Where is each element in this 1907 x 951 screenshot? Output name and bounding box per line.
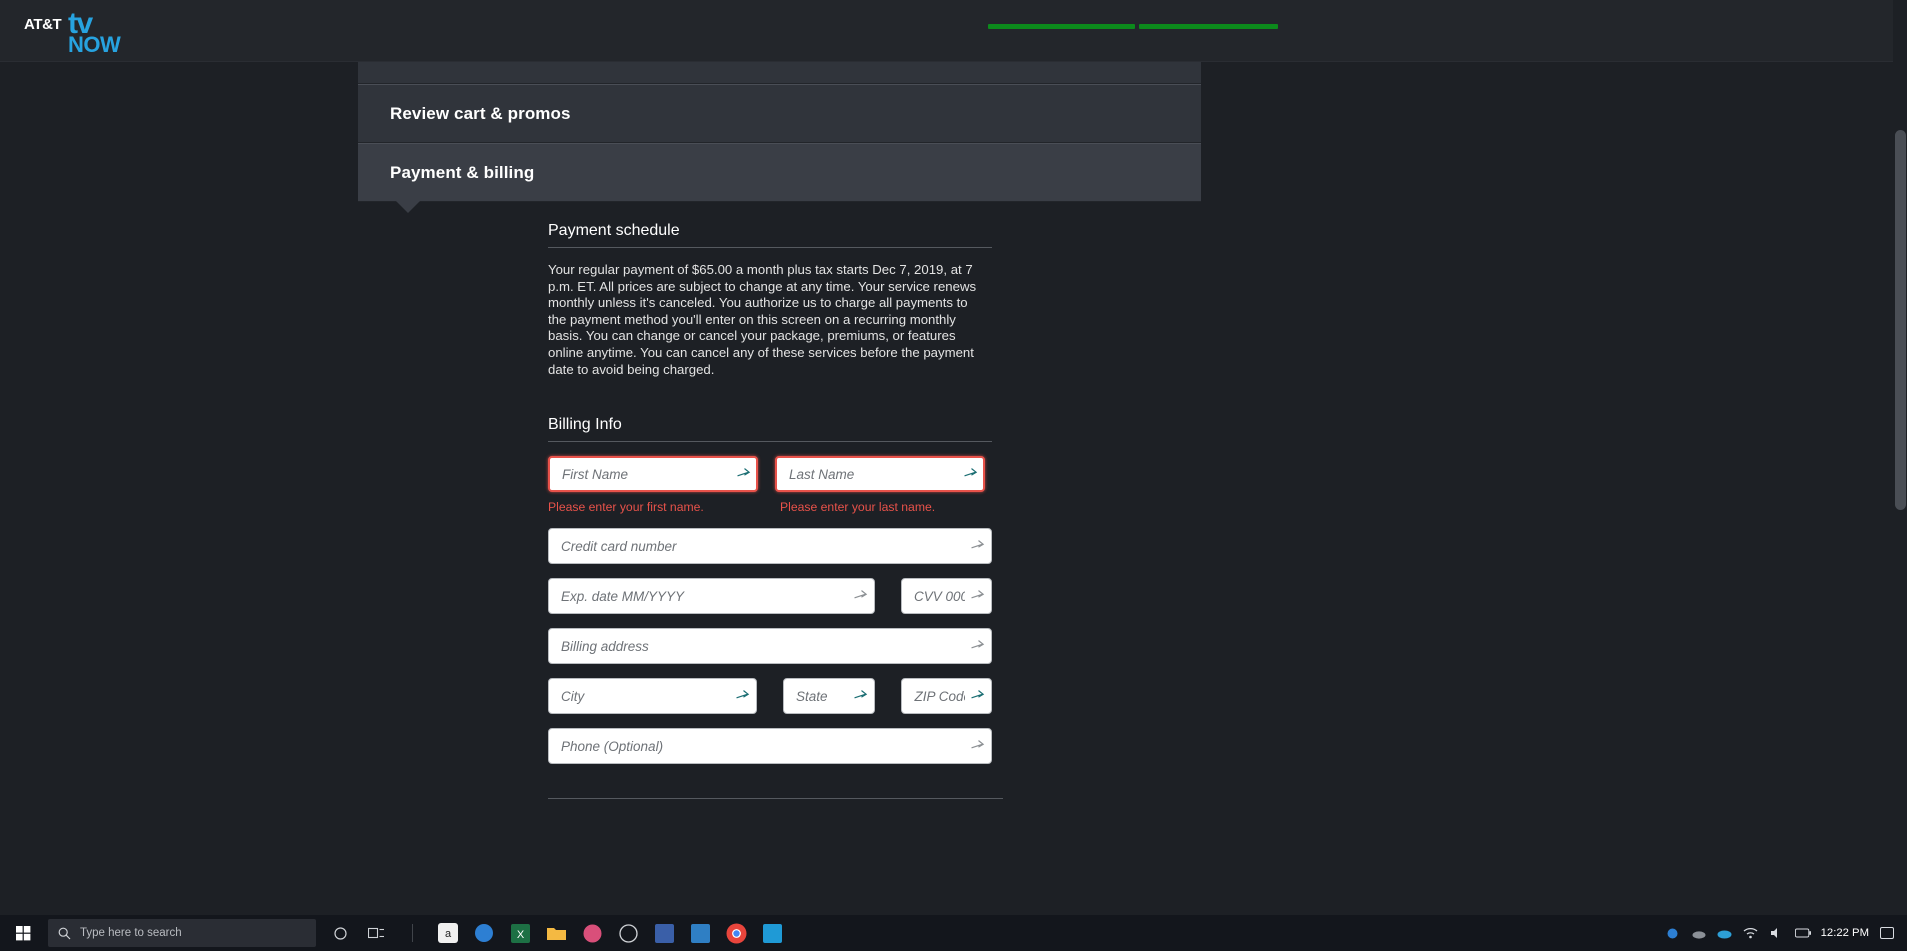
- last-name-input[interactable]: [775, 456, 985, 493]
- tray-volume-icon[interactable]: [1769, 925, 1785, 941]
- form-bottom-divider: [548, 798, 1003, 800]
- zip-code-field[interactable]: [901, 678, 992, 715]
- last-name-error: Please enter your last name.: [780, 500, 936, 515]
- cortana-icon[interactable]: [326, 918, 354, 948]
- tray-wifi-icon[interactable]: [1743, 925, 1759, 941]
- cvv-field[interactable]: [901, 578, 992, 615]
- payment-schedule-heading: Payment schedule: [548, 222, 992, 248]
- city-state-zip-row: [548, 678, 992, 715]
- app-icon-pink[interactable]: [578, 918, 606, 948]
- billing-info-heading: Billing Info: [548, 416, 992, 443]
- phone-input[interactable]: [548, 728, 992, 765]
- site-header: AT&T tv NOW: [0, 0, 1907, 62]
- system-tray: 12:22 PM: [1665, 915, 1907, 951]
- progress-segment-1: [988, 24, 1135, 29]
- page-scrollbar-thumb[interactable]: [1895, 130, 1906, 510]
- city-input[interactable]: [548, 678, 757, 715]
- app-icon-blue-b[interactable]: [686, 918, 714, 948]
- amazon-app-icon[interactable]: a: [434, 918, 462, 948]
- checkout-accordion: Review cart & promos Payment & billing: [358, 62, 1201, 213]
- accordion-header-review-cart[interactable]: Review cart & promos: [358, 85, 1201, 142]
- phone-row: [548, 728, 992, 765]
- card-number-field[interactable]: [548, 528, 992, 565]
- windows-taskbar: Type here to search a X 12:22 PM: [0, 915, 1907, 951]
- city-field[interactable]: [548, 678, 757, 715]
- accordion-section-partial: [358, 62, 1201, 84]
- first-name-input[interactable]: [548, 456, 758, 493]
- clock-time: 12:22 PM: [1820, 926, 1869, 939]
- card-number-row: [548, 528, 992, 565]
- store-app-icon[interactable]: [758, 918, 786, 948]
- start-button[interactable]: [0, 915, 46, 951]
- accordion-section-review-cart[interactable]: Review cart & promos: [358, 84, 1201, 143]
- notification-center-icon[interactable]: [1879, 925, 1895, 941]
- taskbar-divider: [398, 918, 426, 948]
- edge-app-icon[interactable]: [470, 918, 498, 948]
- tray-cloud-icon[interactable]: [1691, 925, 1707, 941]
- tray-battery-icon[interactable]: [1794, 925, 1811, 941]
- zip-code-input[interactable]: [901, 678, 992, 715]
- taskbar-search-placeholder: Type here to search: [80, 927, 182, 939]
- billing-address-field[interactable]: [548, 628, 992, 665]
- windows-logo-icon: [15, 925, 30, 940]
- accordion-header-payment-billing[interactable]: Payment & billing: [358, 144, 1201, 201]
- logo-att-text: AT&T: [24, 16, 62, 33]
- taskbar-clock[interactable]: 12:22 PM: [1821, 927, 1869, 940]
- cvv-input[interactable]: [901, 578, 992, 615]
- card-number-input[interactable]: [548, 528, 992, 565]
- taskbar-search-box[interactable]: Type here to search: [48, 919, 316, 947]
- exp-date-field[interactable]: [548, 578, 875, 615]
- checkout-progress-bar: [988, 22, 1278, 32]
- exp-date-input[interactable]: [548, 578, 875, 615]
- progress-segment-2: [1138, 24, 1278, 29]
- phone-field[interactable]: [548, 728, 992, 765]
- app-icon-blue-a[interactable]: [650, 918, 678, 948]
- excel-app-icon[interactable]: X: [506, 918, 534, 948]
- first-name-field[interactable]: [548, 456, 758, 493]
- name-row: [548, 456, 992, 493]
- app-icon-circle[interactable]: [614, 918, 642, 948]
- accordion-title-review-cart: Review cart & promos: [390, 103, 571, 123]
- att-tv-now-logo[interactable]: AT&T tv NOW: [24, 9, 144, 57]
- tray-onedrive-icon[interactable]: [1717, 925, 1733, 941]
- svg-text:a: a: [445, 928, 452, 940]
- accordion-title-payment-billing: Payment & billing: [390, 162, 535, 182]
- state-field[interactable]: [782, 678, 876, 715]
- state-input[interactable]: [782, 678, 876, 715]
- billing-address-input[interactable]: [548, 628, 992, 665]
- taskbar-pinned-apps: a X: [326, 918, 786, 948]
- file-explorer-icon[interactable]: [542, 918, 570, 948]
- last-name-field[interactable]: [775, 456, 985, 493]
- page-scrollbar-track[interactable]: [1893, 0, 1907, 951]
- logo-now-text: NOW: [68, 32, 121, 57]
- task-view-icon[interactable]: [362, 918, 390, 948]
- svg-text:X: X: [516, 929, 524, 941]
- accordion-section-payment-billing[interactable]: Payment & billing: [358, 143, 1201, 213]
- chrome-app-icon[interactable]: [722, 918, 750, 948]
- tray-chevron-icon[interactable]: [1665, 925, 1681, 941]
- name-error-row: Please enter your first name. Please ent…: [548, 492, 992, 514]
- first-name-error: Please enter your first name.: [548, 500, 704, 515]
- payment-schedule-body: Your regular payment of $65.00 a month p…: [548, 262, 977, 377]
- billing-address-row: [548, 628, 992, 665]
- payment-billing-panel: Payment schedule Your regular payment of…: [548, 222, 1003, 800]
- accordion-active-pointer: [396, 201, 420, 213]
- search-icon: [58, 927, 71, 939]
- browser-viewport: AT&T tv NOW Review cart & promos Payment…: [0, 0, 1907, 951]
- exp-cvv-row: [548, 578, 992, 615]
